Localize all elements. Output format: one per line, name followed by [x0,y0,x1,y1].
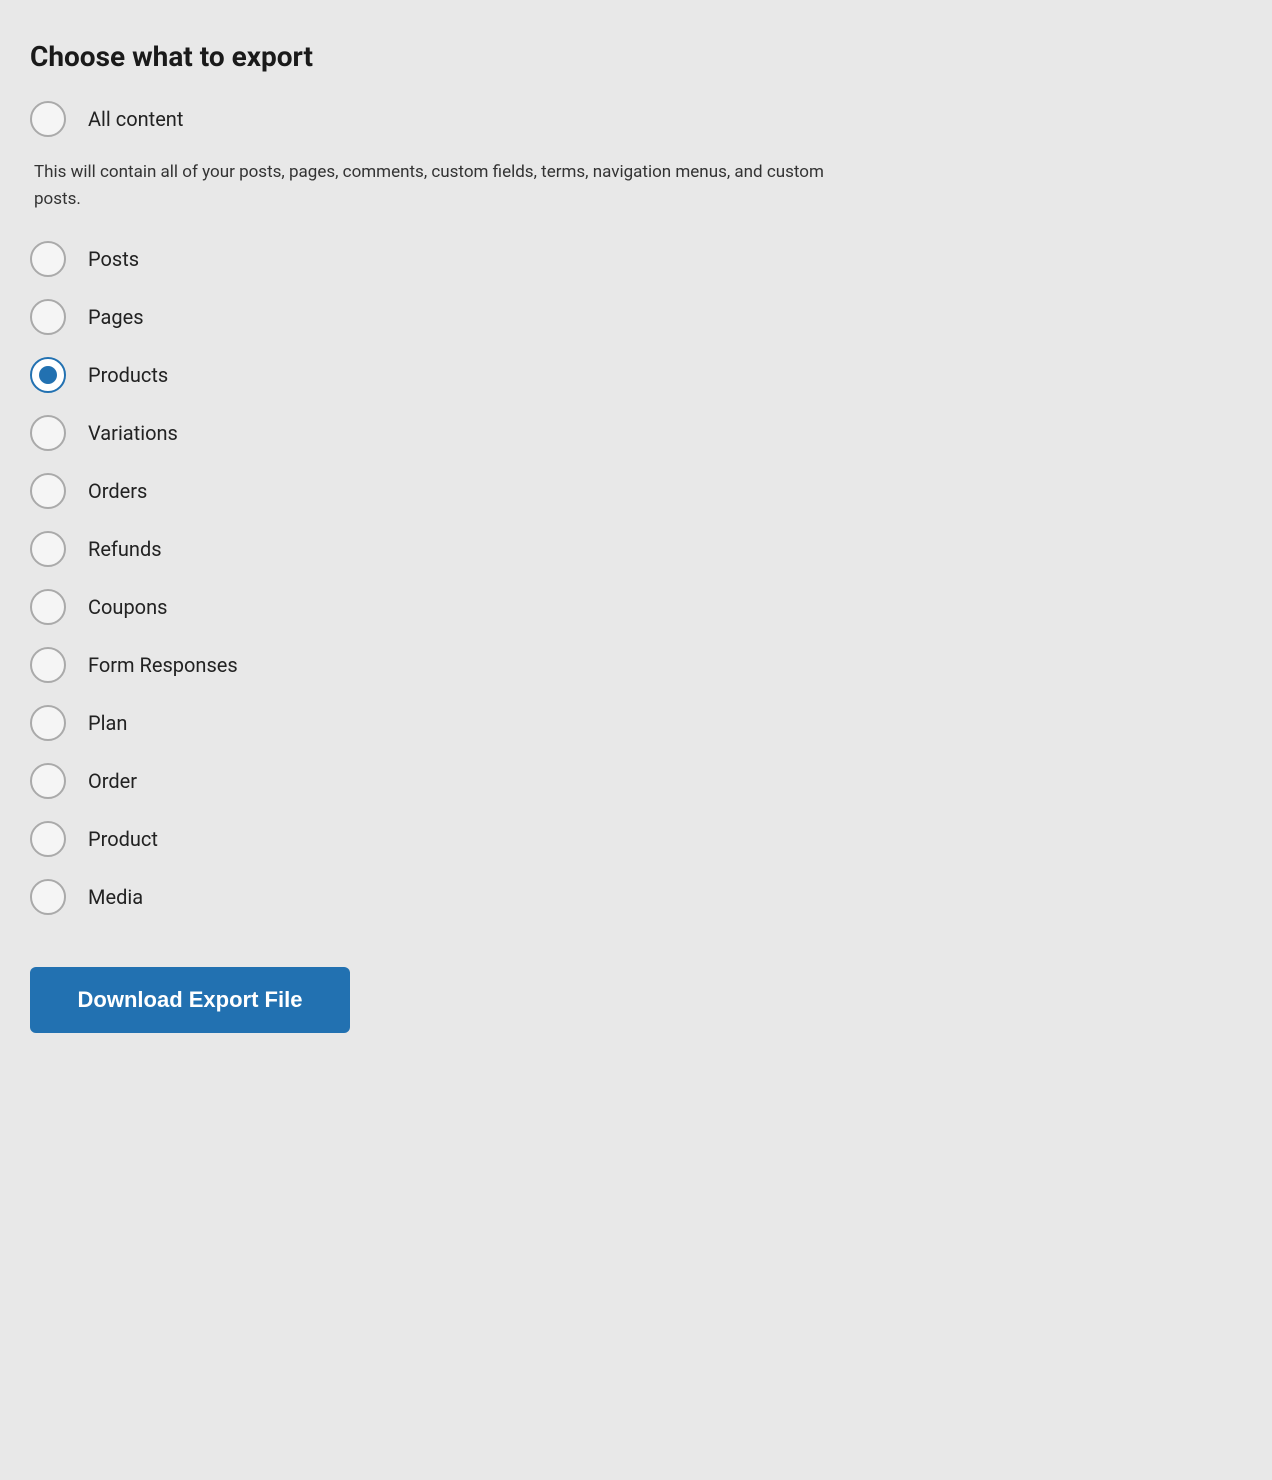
radio-option-orders[interactable]: Orders [30,473,1242,509]
radio-label-posts: Posts [88,247,139,271]
radio-label-refunds: Refunds [88,537,162,561]
radio-circle-product [30,821,66,857]
radio-circle-form-responses [30,647,66,683]
radio-label-all-content: All content [88,107,183,131]
radio-label-product: Product [88,827,158,851]
radio-option-variations[interactable]: Variations [30,415,1242,451]
radio-option-plan[interactable]: Plan [30,705,1242,741]
radio-label-variations: Variations [88,421,178,445]
radio-label-products: Products [88,363,168,387]
radio-label-coupons: Coupons [88,595,167,619]
radio-circle-plan [30,705,66,741]
radio-option-form-responses[interactable]: Form Responses [30,647,1242,683]
radio-circle-products [30,357,66,393]
radio-label-pages: Pages [88,305,144,329]
radio-option-order[interactable]: Order [30,763,1242,799]
radio-option-pages[interactable]: Pages [30,299,1242,335]
page-title: Choose what to export [30,40,1242,73]
radio-label-orders: Orders [88,479,147,503]
radio-circle-order [30,763,66,799]
all-content-description: This will contain all of your posts, pag… [34,159,854,213]
radio-circle-coupons [30,589,66,625]
radio-circle-media [30,879,66,915]
download-export-button[interactable]: Download Export File [30,967,350,1033]
radio-label-plan: Plan [88,711,127,735]
radio-circle-orders [30,473,66,509]
radio-label-order: Order [88,769,137,793]
radio-circle-posts [30,241,66,277]
radio-option-media[interactable]: Media [30,879,1242,915]
radio-circle-refunds [30,531,66,567]
radio-option-products[interactable]: Products [30,357,1242,393]
radio-option-all-content[interactable]: All content [30,101,1242,137]
radio-circle-all-content [30,101,66,137]
radio-label-form-responses: Form Responses [88,653,238,677]
radio-circle-variations [30,415,66,451]
radio-option-coupons[interactable]: Coupons [30,589,1242,625]
radio-circle-pages [30,299,66,335]
radio-option-refunds[interactable]: Refunds [30,531,1242,567]
radio-label-media: Media [88,885,143,909]
radio-option-product[interactable]: Product [30,821,1242,857]
radio-option-posts[interactable]: Posts [30,241,1242,277]
